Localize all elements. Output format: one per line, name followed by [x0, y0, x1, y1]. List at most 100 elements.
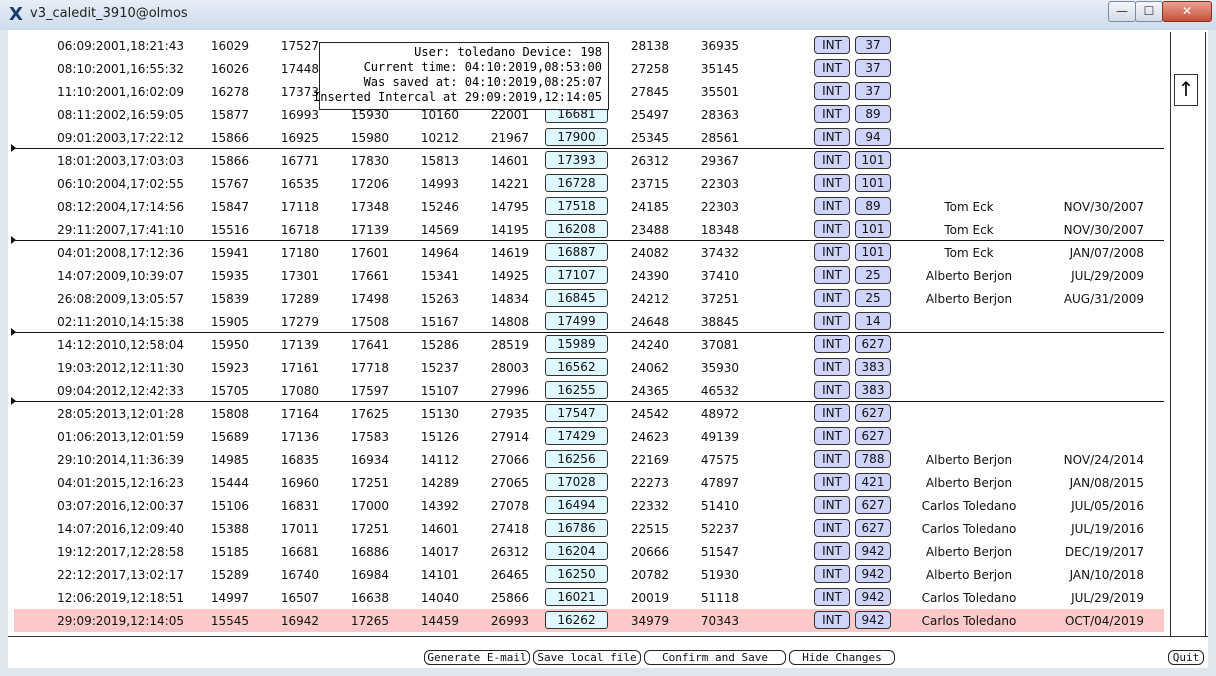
int-button[interactable]: INT — [814, 427, 850, 445]
value-box[interactable]: 17393 — [545, 151, 608, 169]
code-button[interactable]: 383 — [855, 358, 891, 376]
table-row[interactable]: 04:01:2008,17:12:36 15941 17180 17601 14964 1… — [14, 241, 1164, 264]
code-button[interactable]: 101 — [855, 220, 891, 238]
value-box[interactable]: 16250 — [545, 565, 608, 583]
int-button[interactable]: INT — [814, 312, 850, 330]
value-box[interactable]: 17547 — [545, 404, 608, 422]
code-button[interactable]: 383 — [855, 381, 891, 399]
int-button[interactable]: INT — [814, 197, 850, 215]
table-row[interactable]: 02:11:2010,14:15:38 15905 17279 17508 15167 1… — [14, 310, 1164, 333]
table-row[interactable]: 01:06:2013,12:01:59 15689 17136 17583 15126 2… — [14, 425, 1164, 448]
table-row[interactable]: 19:03:2012,12:11:30 15923 17161 17718 15237 2… — [14, 356, 1164, 379]
int-button[interactable]: INT — [814, 473, 850, 491]
close-button[interactable]: ✕ — [1162, 1, 1212, 22]
code-button[interactable]: 627 — [855, 404, 891, 422]
value-box[interactable]: 17028 — [545, 473, 608, 491]
int-button[interactable]: INT — [814, 105, 850, 123]
generate-email-button[interactable]: Generate E-mail — [424, 650, 530, 665]
vertical-scrollbar[interactable]: ↑ — [1170, 32, 1206, 636]
int-button[interactable]: INT — [814, 611, 850, 629]
code-button[interactable]: 942 — [855, 542, 891, 560]
title-bar[interactable]: X v3_caledit_3910@olmos — ☐ ✕ — [0, 0, 1216, 30]
table-row[interactable]: 03:07:2016,12:00:37 15106 16831 17000 14392 2… — [14, 494, 1164, 517]
value-box[interactable]: 17900 — [545, 128, 608, 146]
code-button[interactable]: 37 — [855, 36, 891, 54]
confirm-and-save-button[interactable]: Confirm and Save — [644, 650, 786, 665]
table-row[interactable]: 18:01:2003,17:03:03 15866 16771 17830 15813 1… — [14, 149, 1164, 172]
int-button[interactable]: INT — [814, 289, 850, 307]
code-button[interactable]: 421 — [855, 473, 891, 491]
int-button[interactable]: INT — [814, 36, 850, 54]
maximize-button[interactable]: ☐ — [1135, 1, 1163, 22]
code-button[interactable]: 942 — [855, 565, 891, 583]
int-button[interactable]: INT — [814, 381, 850, 399]
table-row[interactable]: 12:06:2019,12:18:51 14997 16507 16638 14040 2… — [14, 586, 1164, 609]
value-box[interactable]: 16262 — [545, 611, 608, 629]
value-box[interactable]: 17499 — [545, 312, 608, 330]
value-box[interactable]: 16494 — [545, 496, 608, 514]
code-button[interactable]: 101 — [855, 243, 891, 261]
value-box[interactable]: 16021 — [545, 588, 608, 606]
code-button[interactable]: 89 — [855, 197, 891, 215]
code-button[interactable]: 37 — [855, 82, 891, 100]
table-row[interactable]: 29:09:2019,12:14:05 15545 16942 17265 14459 2… — [14, 609, 1164, 632]
value-box[interactable]: 17107 — [545, 266, 608, 284]
value-box[interactable]: 16728 — [545, 174, 608, 192]
code-button[interactable]: 89 — [855, 105, 891, 123]
value-box[interactable]: 15989 — [545, 335, 608, 353]
code-button[interactable]: 14 — [855, 312, 891, 330]
table-row[interactable]: 04:01:2015,12:16:23 15444 16960 17251 14289 2… — [14, 471, 1164, 494]
code-button[interactable]: 94 — [855, 128, 891, 146]
int-button[interactable]: INT — [814, 243, 850, 261]
int-button[interactable]: INT — [814, 128, 850, 146]
value-box[interactable]: 16562 — [545, 358, 608, 376]
value-box[interactable]: 16208 — [545, 220, 608, 238]
int-button[interactable]: INT — [814, 519, 850, 537]
code-button[interactable]: 627 — [855, 519, 891, 537]
table-row[interactable]: 26:08:2009,13:05:57 15839 17289 17498 15263 1… — [14, 287, 1164, 310]
int-button[interactable]: INT — [814, 335, 850, 353]
scroll-up-arrow-icon[interactable]: ↑ — [1174, 74, 1198, 106]
int-button[interactable]: INT — [814, 565, 850, 583]
save-local-file-button[interactable]: Save local file — [533, 650, 641, 665]
int-button[interactable]: INT — [814, 151, 850, 169]
hide-changes-button[interactable]: Hide Changes — [789, 650, 895, 665]
code-button[interactable]: 37 — [855, 59, 891, 77]
table-row[interactable]: 14:07:2016,12:09:40 15388 17011 17251 14601 2… — [14, 517, 1164, 540]
table-row[interactable]: 09:04:2012,12:42:33 15705 17080 17597 15107 2… — [14, 379, 1164, 402]
code-button[interactable]: 25 — [855, 266, 891, 284]
table-row[interactable]: 28:05:2013,12:01:28 15808 17164 17625 15130 2… — [14, 402, 1164, 425]
value-box[interactable]: 16887 — [545, 243, 608, 261]
code-button[interactable]: 25 — [855, 289, 891, 307]
code-button[interactable]: 942 — [855, 611, 891, 629]
minimize-button[interactable]: — — [1108, 1, 1136, 22]
int-button[interactable]: INT — [814, 220, 850, 238]
int-button[interactable]: INT — [814, 542, 850, 560]
int-button[interactable]: INT — [814, 358, 850, 376]
value-box[interactable]: 17429 — [545, 427, 608, 445]
value-box[interactable]: 16204 — [545, 542, 608, 560]
int-button[interactable]: INT — [814, 588, 850, 606]
code-button[interactable]: 627 — [855, 496, 891, 514]
code-button[interactable]: 788 — [855, 450, 891, 468]
int-button[interactable]: INT — [814, 174, 850, 192]
int-button[interactable]: INT — [814, 404, 850, 422]
table-row[interactable]: 22:12:2017,13:02:17 15289 16740 16984 14101 2… — [14, 563, 1164, 586]
int-button[interactable]: INT — [814, 82, 850, 100]
table-row[interactable]: 06:10:2004,17:02:55 15767 16535 17206 14993 1… — [14, 172, 1164, 195]
table-row[interactable]: 14:12:2010,12:58:04 15950 17139 17641 15286 2… — [14, 333, 1164, 356]
code-button[interactable]: 101 — [855, 174, 891, 192]
int-button[interactable]: INT — [814, 266, 850, 284]
int-button[interactable]: INT — [814, 59, 850, 77]
table-row[interactable]: 08:12:2004,17:14:56 15847 17118 17348 15246 1… — [14, 195, 1164, 218]
quit-button[interactable]: Quit — [1168, 650, 1204, 665]
int-button[interactable]: INT — [814, 450, 850, 468]
table-row[interactable]: 19:12:2017,12:28:58 15185 16681 16886 14017 2… — [14, 540, 1164, 563]
value-box[interactable]: 16845 — [545, 289, 608, 307]
code-button[interactable]: 627 — [855, 427, 891, 445]
table-row[interactable]: 14:07:2009,10:39:07 15935 17301 17661 15341 1… — [14, 264, 1164, 287]
table-row[interactable]: 29:10:2014,11:36:39 14985 16835 16934 14112 2… — [14, 448, 1164, 471]
table-row[interactable]: 29:11:2007,17:41:10 15516 16718 17139 14569 1… — [14, 218, 1164, 241]
code-button[interactable]: 942 — [855, 588, 891, 606]
value-box[interactable]: 16255 — [545, 381, 608, 399]
